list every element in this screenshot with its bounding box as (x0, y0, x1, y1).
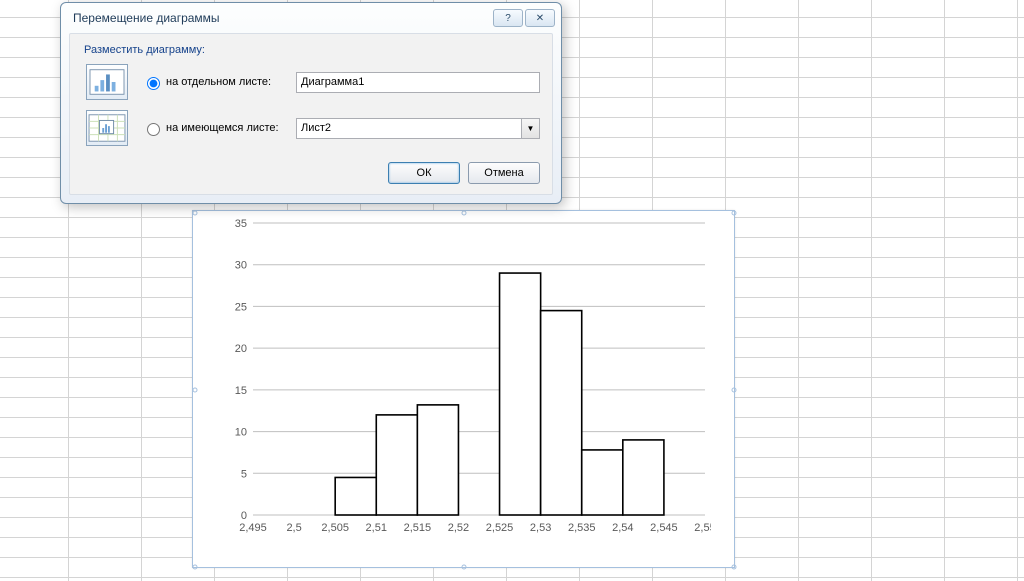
svg-text:2,53: 2,53 (530, 522, 551, 534)
combo-dropdown-button[interactable]: ▼ (522, 118, 540, 139)
dialog-body: Разместить диаграмму: на отдельном листе… (69, 33, 553, 195)
svg-text:30: 30 (235, 260, 247, 272)
svg-text:25: 25 (235, 301, 247, 313)
dialog-button-row: ОК Отмена (82, 156, 540, 184)
svg-text:5: 5 (241, 468, 247, 480)
separate-sheet-name-input[interactable] (296, 72, 540, 93)
close-button[interactable]: ✕ (525, 9, 555, 27)
svg-text:0: 0 (241, 510, 247, 522)
ok-button[interactable]: ОК (388, 162, 460, 184)
new-sheet-icon (86, 64, 128, 100)
svg-text:2,525: 2,525 (486, 522, 514, 534)
svg-text:2,515: 2,515 (404, 522, 432, 534)
svg-text:10: 10 (235, 427, 247, 439)
radio-existing-label: на имеющемся листе: (166, 122, 296, 134)
svg-text:2,55: 2,55 (694, 522, 711, 534)
section-label: Разместить диаграмму: (84, 44, 540, 56)
svg-text:2,545: 2,545 (650, 522, 678, 534)
option-separate-sheet-row: на отдельном листе: (82, 64, 540, 100)
chart-object[interactable]: 0 5 10 15 20 25 30 35 2,495 2,5 2,505 2,51 2,515 2,52… (192, 210, 735, 568)
existing-sheet-combo[interactable]: ▼ (296, 118, 540, 139)
cancel-button[interactable]: Отмена (468, 162, 540, 184)
radio-separate-label: на отдельном листе: (166, 76, 296, 88)
help-button[interactable]: ? (493, 9, 523, 27)
svg-text:2,495: 2,495 (239, 522, 267, 534)
existing-sheet-name-input[interactable] (296, 118, 522, 139)
existing-sheet-icon (86, 110, 128, 146)
svg-text:20: 20 (235, 343, 247, 355)
svg-text:2,505: 2,505 (321, 522, 349, 534)
svg-text:2,54: 2,54 (612, 522, 633, 534)
radio-existing-sheet[interactable] (147, 123, 160, 136)
radio-separate-sheet[interactable] (147, 77, 160, 90)
histogram-chart: 0 5 10 15 20 25 30 35 2,495 2,5 2,505 2,51 2,515 2,52… (231, 219, 711, 539)
dialog-titlebar[interactable]: Перемещение диаграммы ? ✕ (61, 3, 561, 33)
svg-text:2,52: 2,52 (448, 522, 469, 534)
svg-text:2,51: 2,51 (366, 522, 387, 534)
svg-text:2,535: 2,535 (568, 522, 596, 534)
svg-text:35: 35 (235, 219, 247, 230)
svg-text:2,5: 2,5 (286, 522, 301, 534)
option-existing-sheet-row: на имеющемся листе: ▼ (82, 110, 540, 146)
svg-text:15: 15 (235, 385, 247, 397)
dialog-title: Перемещение диаграммы (73, 11, 491, 25)
move-chart-dialog: Перемещение диаграммы ? ✕ Разместить диа… (60, 2, 562, 204)
